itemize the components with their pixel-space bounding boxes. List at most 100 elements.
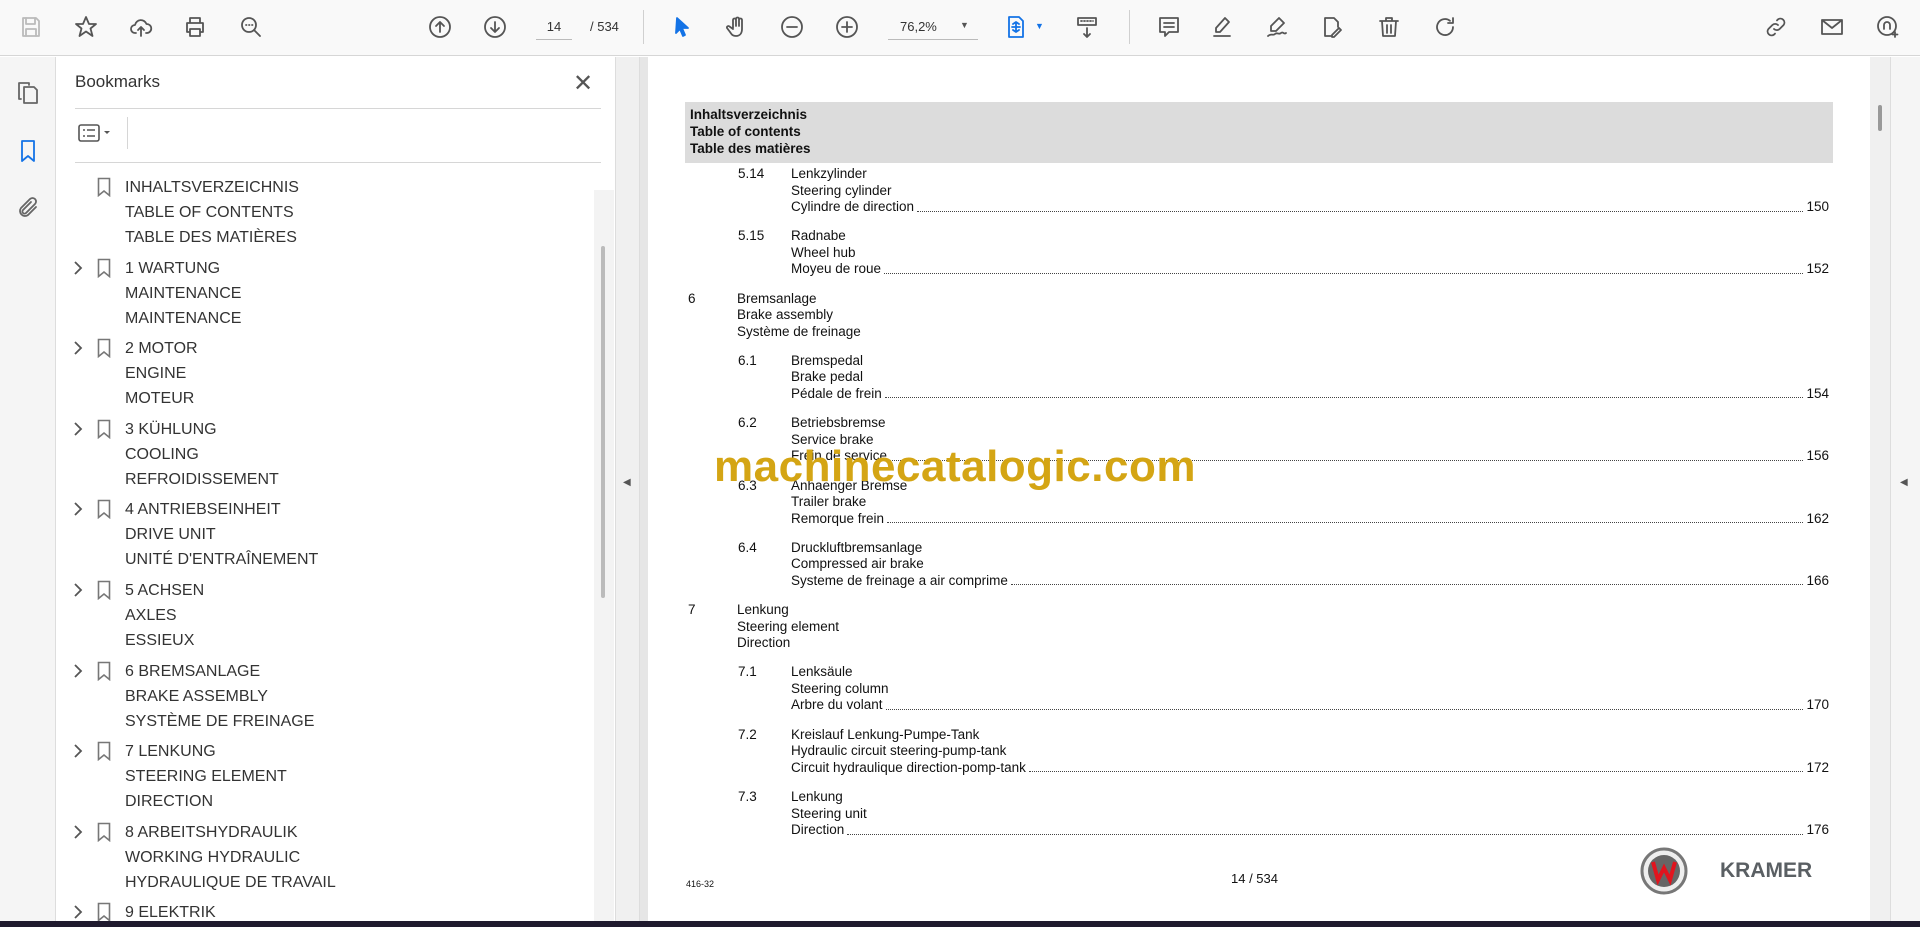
collapse-panel-icon[interactable]: ◀	[623, 477, 631, 488]
bookmark-label-line: BRAKE ASSEMBLY	[125, 687, 268, 705]
toc-entry-title: Lenkung	[737, 602, 789, 618]
bookmark-label-line: TABLE OF CONTENTS	[125, 204, 294, 221]
bookmark-label-line: 5 ACHSEN	[125, 582, 205, 599]
fit-page-icon[interactable]	[1002, 13, 1030, 41]
scrollbar-thumb[interactable]	[1878, 105, 1882, 131]
toc-entry-number: 7	[688, 602, 696, 618]
chevron-right-icon[interactable]	[71, 904, 85, 920]
bookmark-label: 3 KÜHLUNG COOLING REFROIDISSEMENT	[125, 417, 594, 492]
chevron-right-icon[interactable]	[71, 582, 85, 598]
save-icon[interactable]	[17, 13, 45, 41]
divider	[75, 108, 601, 109]
bookmark-icon	[97, 177, 111, 198]
toc-entry-title: Bremsanlage	[737, 290, 817, 306]
highlight-icon[interactable]	[1208, 13, 1236, 41]
toc-entry[interactable]: 6.4 Druckluftbremsanlage Compressed air br…	[648, 540, 1848, 590]
toc-entry-title: Arbre du volant	[791, 697, 883, 713]
toc-entry[interactable]: 6.1 Bremspedal Brake pedal Pédale de frein 1…	[648, 353, 1848, 403]
divider	[127, 117, 128, 149]
email-icon[interactable]	[1818, 13, 1846, 41]
bookmark-item[interactable]: 8 ARBEITSHYDRAULIK WORKING HYDRAULIC HYDRA…	[57, 820, 594, 895]
toc-page-number: 150	[1806, 199, 1829, 214]
toc-entry[interactable]: 5.14 Lenkzylinder Steering cylinder Cylindr…	[648, 166, 1848, 216]
toc-header-de: Inhaltsverzeichnis	[690, 107, 808, 122]
chevron-right-icon[interactable]	[71, 260, 85, 276]
chevron-right-icon[interactable]	[71, 421, 85, 437]
previous-page-icon[interactable]	[426, 13, 454, 41]
toc-entry-number: 5.14	[738, 166, 765, 181]
sign-icon[interactable]	[1263, 13, 1291, 41]
fit-dropdown-icon[interactable]: ▼	[1035, 21, 1044, 31]
share-link-icon[interactable]	[1762, 13, 1790, 41]
bookmark-item[interactable]: INHALTSVERZEICHNIS TABLE OF CONTENTS TABLE…	[57, 175, 594, 250]
brand-name: KRAMER	[1720, 859, 1813, 882]
bookmarks-scrollbar[interactable]	[594, 190, 614, 921]
bookmark-label-line: TABLE DES MATIÈRES	[125, 229, 297, 246]
print-icon[interactable]	[181, 13, 209, 41]
toc-entry-title: Systeme de freinage a air comprime	[791, 572, 1008, 588]
toc-entry-number: 6.4	[738, 539, 757, 555]
bookmark-star-icon[interactable]	[72, 13, 100, 41]
chevron-right-icon[interactable]	[71, 340, 85, 356]
page-number-input[interactable]	[536, 14, 572, 40]
dot-leader	[847, 833, 1804, 835]
find-icon[interactable]	[237, 13, 265, 41]
account-icon[interactable]	[1874, 13, 1902, 41]
bookmark-item[interactable]: 3 KÜHLUNG COOLING REFROIDISSEMENT	[57, 417, 594, 492]
toolbar-divider	[643, 10, 644, 44]
toc-page-number: 152	[1806, 261, 1829, 277]
toc-entry-titles: Radnabe Wheel hub Moyeu de roue 152	[791, 228, 1829, 278]
bookmark-label-line: 1 WARTUNG	[125, 259, 221, 277]
bookmark-item[interactable]: 2 MOTOR ENGINE MOTEUR	[57, 336, 594, 411]
toc-entry-number: 6	[688, 290, 696, 306]
bookmark-item[interactable]: 6 BREMSANLAGE BRAKE ASSEMBLY SYSTÈME DE FR…	[57, 659, 594, 734]
chevron-right-icon[interactable]	[71, 501, 85, 517]
bookmark-item[interactable]: 7 LENKUNG STEERING ELEMENT DIRECTION	[57, 739, 594, 814]
rotate-icon[interactable]	[1431, 13, 1459, 41]
zoom-in-icon[interactable]	[833, 13, 861, 41]
chevron-right-icon[interactable]	[71, 743, 85, 759]
zoom-out-icon[interactable]	[778, 13, 806, 41]
bookmark-options-button[interactable]	[75, 120, 115, 146]
toc-entry[interactable]: 5.15 Radnabe Wheel hub Moyeu de roue 152	[648, 228, 1848, 278]
comment-icon[interactable]	[1155, 13, 1183, 41]
delete-icon[interactable]	[1375, 13, 1403, 41]
toc-entry[interactable]: 7.1 Lenksäule Steering column Arbre du vola…	[648, 664, 1848, 714]
dot-leader	[917, 210, 1804, 212]
page-thumbnails-icon[interactable]	[14, 79, 42, 107]
expand-panel-icon[interactable]: ◀	[1900, 477, 1908, 488]
hand-icon[interactable]	[723, 13, 751, 41]
toc-entry[interactable]: 7.2 Kreislauf Lenkung-Pumpe-Tank Hydraulic…	[648, 727, 1848, 777]
select-icon[interactable]	[668, 13, 696, 41]
toc-entry[interactable]: 6 Bremsanlage Brake assembly Système de fre…	[648, 291, 1848, 341]
dot-leader	[1010, 584, 1804, 586]
bookmark-item[interactable]: 4 ANTRIEBSEINHEIT DRIVE UNIT UNITÉ D'ENTRA…	[57, 497, 594, 572]
bookmark-item[interactable]: 5 ACHSEN AXLES ESSIEUX	[57, 578, 594, 653]
panel-splitter[interactable]: ◀	[616, 57, 640, 921]
chevron-right-icon[interactable]	[71, 663, 85, 679]
edit-pdf-icon[interactable]	[1318, 13, 1346, 41]
document-scrollbar[interactable]	[1870, 57, 1890, 921]
upload-icon[interactable]	[127, 13, 155, 41]
right-panel-toggle[interactable]: ◀	[1890, 57, 1920, 921]
toc-entry-titles: Bremspedal Brake pedal Pédale de frein 154	[791, 353, 1829, 403]
toc-page-number: 172	[1806, 759, 1829, 775]
close-icon[interactable]: ✕	[573, 69, 593, 98]
bookmark-label-line: COOLING	[125, 445, 199, 463]
toc-entry[interactable]: 7.3 Lenkung Steering unit Direction 176	[648, 789, 1848, 839]
toc-entry-number: 7.3	[738, 789, 757, 804]
bookmark-item[interactable]: 1 WARTUNG MAINTENANCE MAINTENANCE	[57, 256, 594, 331]
zoom-level-select[interactable]: 76,2% ▼	[888, 14, 978, 40]
next-page-icon[interactable]	[481, 13, 509, 41]
scrollbar-thumb[interactable]	[601, 246, 605, 598]
bookmark-label-line: INHALTSVERZEICHNIS	[125, 179, 299, 196]
scroll-mode-icon[interactable]	[1073, 13, 1101, 41]
toc-entry-title: Wheel hub	[791, 244, 856, 260]
watermark: machinecatalogic.com	[714, 442, 1196, 491]
bookmarks-icon[interactable]	[14, 137, 42, 165]
toc-entry[interactable]: 7 Lenkung Steering element Direction	[648, 602, 1848, 652]
chevron-right-icon[interactable]	[71, 824, 85, 840]
bookmark-label-line: DRIVE UNIT	[125, 526, 216, 544]
attachments-icon[interactable]	[14, 194, 42, 222]
bookmark-icon	[97, 258, 111, 278]
